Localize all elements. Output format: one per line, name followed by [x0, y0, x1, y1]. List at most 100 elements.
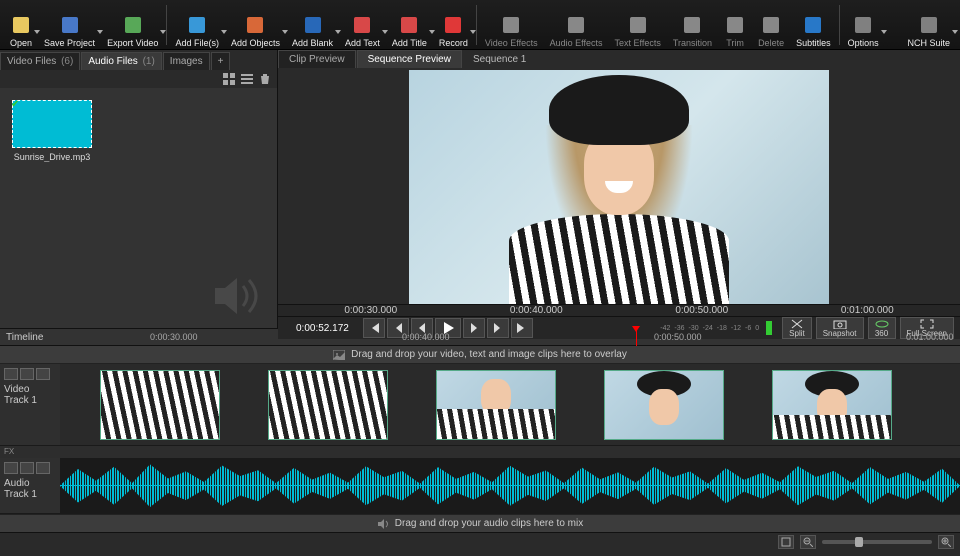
delete-icon: [760, 14, 782, 36]
add-blank-button[interactable]: Add Blank: [286, 2, 339, 48]
timeline-tick: 0:00:30.000: [150, 332, 198, 342]
subtitles-button[interactable]: Subtitles: [790, 2, 837, 48]
toolbar-label: Audio Effects: [550, 38, 603, 48]
preview-tabs: Clip Preview Sequence Preview Sequence 1: [278, 50, 960, 68]
toolbar-label: NCH Suite: [907, 38, 950, 48]
toolbar-label: Delete: [758, 38, 784, 48]
dropdown-arrow-icon: [470, 30, 476, 34]
overlay-track-hint[interactable]: Drag and drop your video, text and image…: [0, 346, 960, 364]
toolbar-label: Video Effects: [485, 38, 538, 48]
export-video-button[interactable]: Export Video: [101, 2, 164, 48]
trim-button[interactable]: Trim: [718, 2, 752, 48]
add-files-button[interactable]: Add File(s): [169, 2, 225, 48]
bin-content[interactable]: ✔ Sunrise_Drive.mp3: [0, 88, 277, 328]
add-title-button[interactable]: Add Title: [386, 2, 433, 48]
list-view-icon[interactable]: [241, 73, 253, 85]
add-text-button[interactable]: Add Text: [339, 2, 386, 48]
video-effects-button[interactable]: Video Effects: [479, 2, 544, 48]
bin-tab[interactable]: +: [211, 52, 231, 70]
record-icon: [442, 14, 464, 36]
toolbar-label: Add Text: [345, 38, 380, 48]
mix-track-hint[interactable]: Drag and drop your audio clips here to m…: [0, 514, 960, 532]
timeline-ruler[interactable]: 0:00:30.0000:00:40.0000:00:50.0000:01:00…: [60, 328, 960, 346]
playhead[interactable]: [636, 328, 637, 346]
transition-icon: [681, 14, 703, 36]
text-effects-icon: [627, 14, 649, 36]
add-objects-button[interactable]: Add Objects: [225, 2, 286, 48]
timeline-label: Timeline: [0, 332, 60, 343]
zoom-fit-button[interactable]: [778, 535, 794, 549]
audio-track-body[interactable]: [60, 458, 960, 513]
timeline-tick: 0:00:40.000: [402, 332, 450, 342]
toolbar-label: Add Title: [392, 38, 427, 48]
timeline-tick: 0:00:50.000: [654, 332, 702, 342]
transition-button[interactable]: Transition: [667, 2, 718, 48]
main-toolbar: Open Save Project Export VideoAdd File(s) A…: [0, 0, 960, 50]
ruler-tick: 0:01:00.000: [785, 305, 951, 316]
open-button[interactable]: Open: [4, 2, 38, 48]
toolbar-label: Add Objects: [231, 38, 280, 48]
options-icon: [852, 14, 874, 36]
ruler-tick: 0:00:30.000: [288, 305, 454, 316]
ruler-tick: 0:00:40.000: [454, 305, 620, 316]
audio-effects-icon: [565, 14, 587, 36]
audio-waveform[interactable]: [60, 462, 960, 509]
bin-tab[interactable]: Audio Files (1): [81, 52, 161, 70]
trim-icon: [724, 14, 746, 36]
toolbar-label: Subtitles: [796, 38, 831, 48]
save-project-icon: [59, 14, 81, 36]
track-solo-button[interactable]: [36, 368, 50, 380]
add-title-icon: [398, 14, 420, 36]
delete-button[interactable]: Delete: [752, 2, 790, 48]
zoom-out-button[interactable]: [800, 535, 816, 549]
video-clip[interactable]: [100, 370, 220, 440]
trash-icon[interactable]: [259, 73, 271, 85]
fx-strip[interactable]: FX: [0, 446, 960, 458]
save-project-button[interactable]: Save Project: [38, 2, 101, 48]
toolbar-label: Transition: [673, 38, 712, 48]
track-mute-button[interactable]: [20, 462, 34, 474]
speaker-icon: [211, 274, 267, 318]
tab-clip-preview[interactable]: Clip Preview: [278, 50, 356, 68]
options-button[interactable]: Options: [842, 2, 885, 48]
preview-canvas[interactable]: [278, 68, 960, 304]
zoom-in-button[interactable]: [938, 535, 954, 549]
track-mute-button[interactable]: [20, 368, 34, 380]
video-clip[interactable]: [604, 370, 724, 440]
timeline-panel: Timeline 0:00:30.000 0:00:40.000 0:00:50.0…: [0, 328, 960, 550]
export-video-icon: [122, 14, 144, 36]
bin-view-icons: [0, 70, 277, 88]
toolbar-label: Options: [848, 38, 879, 48]
track-lock-button[interactable]: [4, 368, 18, 380]
dropdown-arrow-icon: [952, 30, 958, 34]
video-effects-icon: [500, 14, 522, 36]
video-clip[interactable]: [772, 370, 892, 440]
tab-sequence-preview[interactable]: Sequence Preview: [357, 50, 462, 68]
clip-filename: Sunrise_Drive.mp3: [12, 152, 92, 162]
video-clip[interactable]: [436, 370, 556, 440]
bin-tab[interactable]: Video Files (6): [0, 52, 80, 70]
video-track-body[interactable]: [60, 364, 960, 445]
audio-clip-thumbnail[interactable]: ✔: [12, 100, 92, 148]
audio-effects-button[interactable]: Audio Effects: [544, 2, 609, 48]
bin-tab[interactable]: Images: [163, 52, 210, 70]
video-clip[interactable]: [268, 370, 388, 440]
bin-tabs: Video Files (6)Audio Files (1)Images+: [0, 50, 277, 70]
add-blank-icon: [302, 14, 324, 36]
track-lock-button[interactable]: [4, 462, 18, 474]
add-files-icon: [186, 14, 208, 36]
speaker-icon: [377, 519, 389, 529]
text-effects-button[interactable]: Text Effects: [609, 2, 667, 48]
video-track-header: Video Track 1: [0, 364, 60, 445]
nch-suite-button[interactable]: NCH Suite: [901, 2, 956, 48]
record-button[interactable]: Record: [433, 2, 474, 48]
zoom-slider[interactable]: [822, 540, 932, 544]
preview-ruler[interactable]: 0:00:30.000 0:00:40.000 0:00:50.000 0:01…: [278, 304, 960, 316]
toolbar-label: Save Project: [44, 38, 95, 48]
grid-view-icon[interactable]: [223, 73, 235, 85]
toolbar-label: Open: [10, 38, 32, 48]
add-text-icon: [351, 14, 373, 36]
track-label: Video Track 1: [4, 384, 56, 406]
track-solo-button[interactable]: [36, 462, 50, 474]
track-label: Audio Track 1: [4, 478, 56, 500]
